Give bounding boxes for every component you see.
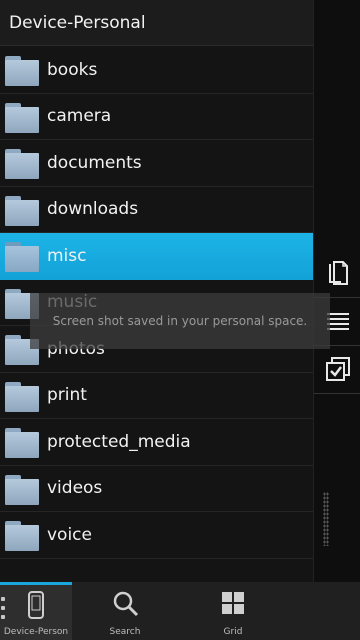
folder-label: misc [47,245,87,266]
copy-document-icon [326,260,350,290]
folder-label: voice [47,524,92,545]
select-items-icon [325,356,351,386]
page-title: Device-Personal [9,12,146,33]
toast-notification: Screen shot saved in your personal space… [30,293,330,349]
file-browser: Device-Personal books camera documents d… [0,0,313,582]
menu-icon[interactable] [1,597,7,624]
select-items-button[interactable] [314,348,360,394]
folder-label: downloads [47,199,139,220]
folder-label: videos [47,478,103,499]
device-icon [27,591,45,623]
nav-label: Search [109,627,141,637]
folder-label: books [47,59,98,80]
folder-row-camera[interactable]: camera [0,94,313,140]
folder-row-voice[interactable]: voice [0,512,313,559]
folder-icon [5,521,39,551]
folder-icon [5,102,39,133]
folder-label: print [47,385,87,406]
bottom-nav-bar: Device-Person Search Grid [0,582,360,640]
toast-message: Screen shot saved in your personal space… [52,314,308,328]
folder-row-documents[interactable]: documents [0,140,313,187]
drag-handle[interactable] [323,492,329,546]
nav-device-personal[interactable]: Device-Person [0,582,72,640]
folder-label: protected_media [47,431,191,452]
folder-row-books[interactable]: books [0,47,313,94]
folder-icon [5,428,39,458]
action-bar [313,0,360,582]
nav-search[interactable]: Search [90,582,160,640]
folder-row-print[interactable]: print [0,373,313,419]
grid-icon [222,592,244,618]
folder-label: camera [47,106,112,127]
folder-icon [5,56,39,86]
nav-label: Device-Person [3,627,69,637]
folder-icon [5,242,39,272]
nav-grid[interactable]: Grid [198,582,268,640]
folder-row-misc[interactable]: misc [0,233,313,280]
folder-row-videos[interactable]: videos [0,466,313,512]
copy-button[interactable] [314,252,360,298]
folder-label: documents [47,152,142,173]
folder-icon [5,149,39,179]
search-icon [113,591,139,621]
folder-icon [5,195,39,226]
folder-icon [5,474,39,505]
title-bar: Device-Personal [0,0,313,46]
folder-row-downloads[interactable]: downloads [0,187,313,233]
folder-icon [5,381,39,412]
nav-label: Grid [223,627,243,637]
folder-row-protected-media[interactable]: protected_media [0,419,313,466]
